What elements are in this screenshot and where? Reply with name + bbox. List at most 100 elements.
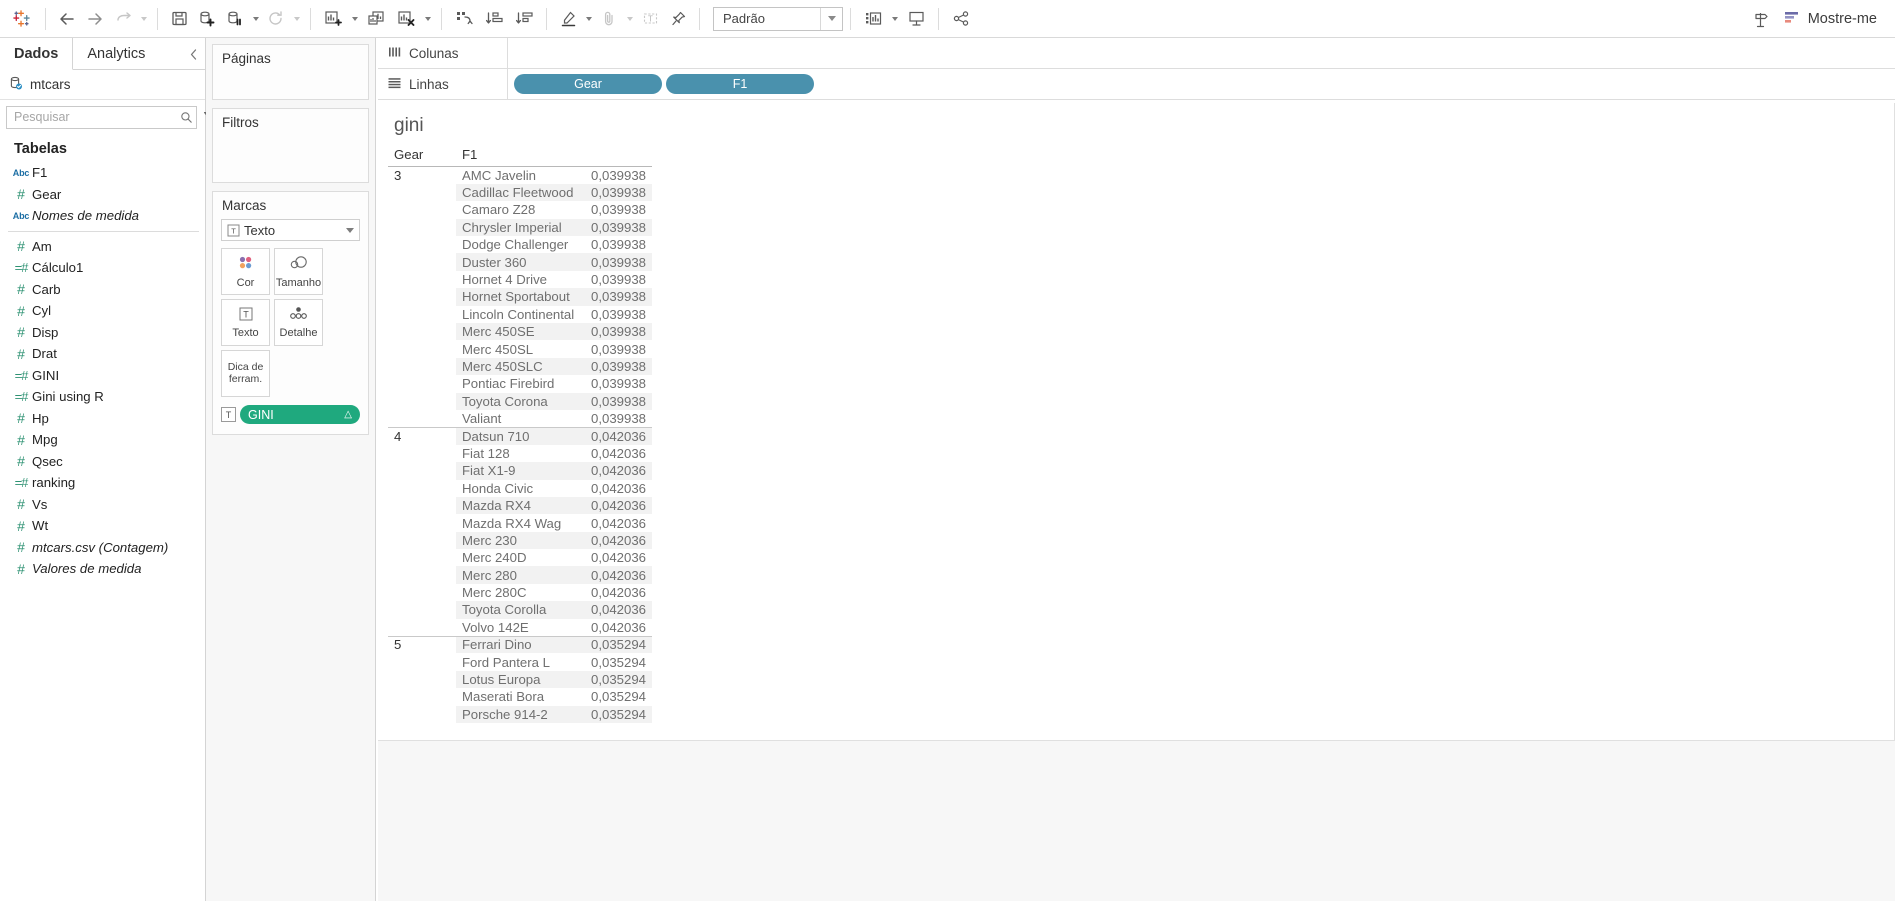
- table-row[interactable]: Fiat X1-9 0,042036: [388, 462, 652, 480]
- marks-gini-pill[interactable]: GINI △: [240, 405, 360, 424]
- table-row[interactable]: Lincoln Continental 0,039938: [388, 305, 652, 324]
- table-row[interactable]: Ford Pantera L 0,035294: [388, 653, 652, 671]
- worksheet-canvas[interactable]: gini Gear F1 3 AMC Javelin 0,039938 Cadilla…: [378, 103, 1895, 741]
- table-row[interactable]: Fiat 128 0,042036: [388, 444, 652, 463]
- tableau-logo-icon[interactable]: [4, 9, 38, 28]
- table-row[interactable]: Mazda RX4 0,042036: [388, 496, 652, 515]
- paperclip-button[interactable]: [595, 5, 623, 33]
- table-row[interactable]: Volvo 142E 0,042036: [388, 618, 652, 637]
- refresh-data-source-button[interactable]: [262, 5, 290, 33]
- forward-button[interactable]: [81, 5, 109, 33]
- table-row[interactable]: 3 AMC Javelin 0,039938: [388, 166, 652, 184]
- field-item[interactable]: Abc F1: [0, 162, 205, 184]
- refresh-dropdown-caret[interactable]: [290, 5, 303, 33]
- field-item[interactable]: # Vs: [0, 494, 205, 516]
- field-item[interactable]: =# GINI: [0, 365, 205, 387]
- highlighter-pen-button[interactable]: [554, 5, 582, 33]
- table-row[interactable]: Merc 450SLC 0,039938: [388, 357, 652, 376]
- table-row[interactable]: Merc 280 0,042036: [388, 566, 652, 584]
- table-row[interactable]: Toyota Corona 0,039938: [388, 392, 652, 410]
- swap-rows-columns-button[interactable]: [449, 5, 479, 33]
- table-row[interactable]: Duster 360 0,039938: [388, 253, 652, 271]
- pause-data-source-dropdown-caret[interactable]: [249, 5, 262, 33]
- table-row[interactable]: Valiant 0,039938: [388, 409, 652, 428]
- paperclip-dropdown-caret[interactable]: [623, 5, 636, 33]
- field-item[interactable]: # Valores de medida: [0, 558, 205, 580]
- table-row[interactable]: Hornet Sportabout 0,039938: [388, 288, 652, 306]
- save-button[interactable]: [165, 5, 193, 33]
- column-header-f1[interactable]: F1: [456, 145, 584, 167]
- pushpin-button[interactable]: [664, 5, 692, 33]
- table-row[interactable]: 5 Ferrari Dino 0,035294: [388, 635, 652, 654]
- rows-pill-gear[interactable]: Gear: [514, 74, 662, 94]
- marks-text-button[interactable]: T Texto: [221, 299, 270, 346]
- search-input[interactable]: [7, 109, 177, 125]
- tab-analytics[interactable]: Analytics: [73, 38, 205, 69]
- field-item[interactable]: # Hp: [0, 408, 205, 430]
- clear-sheet-button[interactable]: [391, 5, 421, 33]
- table-row[interactable]: Lotus Europa 0,035294: [388, 670, 652, 689]
- sort-ascending-button[interactable]: [479, 5, 509, 33]
- marks-detail-button[interactable]: Detalhe: [274, 299, 323, 346]
- table-row[interactable]: 4 Datsun 710 0,042036: [388, 426, 652, 445]
- search-magnifier-icon[interactable]: [177, 106, 196, 128]
- undo-redo-button[interactable]: [109, 5, 137, 33]
- table-row[interactable]: Maserati Bora 0,035294: [388, 688, 652, 706]
- field-item[interactable]: # mtcars.csv (Contagem): [0, 537, 205, 559]
- data-source-item[interactable]: mtcars: [0, 70, 205, 100]
- table-row[interactable]: Merc 230 0,042036: [388, 531, 652, 550]
- column-header-value[interactable]: [584, 145, 652, 167]
- field-item[interactable]: # Mpg: [0, 429, 205, 451]
- table-row[interactable]: Camaro Z28 0,039938: [388, 201, 652, 219]
- pause-data-source-button[interactable]: [221, 5, 249, 33]
- field-item[interactable]: # Am: [0, 236, 205, 258]
- marks-color-button[interactable]: Cor: [221, 248, 270, 295]
- undo-redo-dropdown-caret[interactable]: [137, 5, 150, 33]
- mark-type-select[interactable]: T Texto: [221, 219, 360, 241]
- show-mark-labels-button[interactable]: T: [636, 5, 664, 33]
- new-data-source-button[interactable]: [193, 5, 221, 33]
- signpost-icon[interactable]: [1746, 5, 1776, 33]
- fit-size-select[interactable]: Padrão: [713, 6, 843, 31]
- table-row[interactable]: Cadillac Fleetwood 0,039938: [388, 183, 652, 202]
- table-row[interactable]: Merc 450SE 0,039938: [388, 323, 652, 341]
- back-button[interactable]: [53, 5, 81, 33]
- table-row[interactable]: Honda Civic 0,042036: [388, 479, 652, 497]
- tab-dados[interactable]: Dados: [0, 38, 74, 70]
- field-item[interactable]: # Cyl: [0, 300, 205, 322]
- highlight-dropdown-caret[interactable]: [582, 5, 595, 33]
- field-item[interactable]: # Qsec: [0, 451, 205, 473]
- rows-pill-f1[interactable]: F1: [666, 74, 814, 94]
- field-item[interactable]: # Drat: [0, 343, 205, 365]
- new-worksheet-button[interactable]: [318, 5, 348, 33]
- share-button[interactable]: [946, 5, 976, 33]
- search-box[interactable]: [6, 105, 197, 129]
- show-me-button[interactable]: Mostre-me: [1776, 7, 1885, 32]
- field-item[interactable]: =# Gini using R: [0, 386, 205, 408]
- field-item[interactable]: Abc Nomes de medida: [0, 205, 205, 227]
- sort-descending-button[interactable]: [509, 5, 539, 33]
- field-item[interactable]: # Carb: [0, 279, 205, 301]
- table-row[interactable]: Hornet 4 Drive 0,039938: [388, 270, 652, 289]
- table-row[interactable]: Mazda RX4 Wag 0,042036: [388, 514, 652, 532]
- show-hide-cards-button[interactable]: [858, 5, 888, 33]
- field-item[interactable]: =# Cálculo1: [0, 257, 205, 279]
- table-row[interactable]: Toyota Corolla 0,042036: [388, 601, 652, 619]
- marks-size-button[interactable]: Tamanho: [274, 248, 323, 295]
- chevron-down-icon[interactable]: [341, 228, 359, 233]
- presentation-mode-button[interactable]: [901, 5, 931, 33]
- table-row[interactable]: Merc 450SL 0,039938: [388, 340, 652, 358]
- column-header-gear[interactable]: Gear: [388, 145, 456, 167]
- columns-shelf-drop-zone[interactable]: [508, 38, 1895, 68]
- field-item[interactable]: # Gear: [0, 184, 205, 206]
- field-item[interactable]: =# ranking: [0, 472, 205, 494]
- table-row[interactable]: Merc 280C 0,042036: [388, 583, 652, 602]
- field-item[interactable]: # Disp: [0, 322, 205, 344]
- chevron-left-icon[interactable]: [188, 38, 199, 70]
- new-worksheet-dropdown-caret[interactable]: [348, 5, 361, 33]
- show-hide-cards-dropdown-caret[interactable]: [888, 5, 901, 33]
- table-row[interactable]: Dodge Challenger 0,039938: [388, 236, 652, 254]
- clear-sheet-dropdown-caret[interactable]: [421, 5, 434, 33]
- table-row[interactable]: Porsche 914-2 0,035294: [388, 705, 652, 723]
- rows-shelf-drop-zone[interactable]: Gear F1: [508, 69, 1895, 99]
